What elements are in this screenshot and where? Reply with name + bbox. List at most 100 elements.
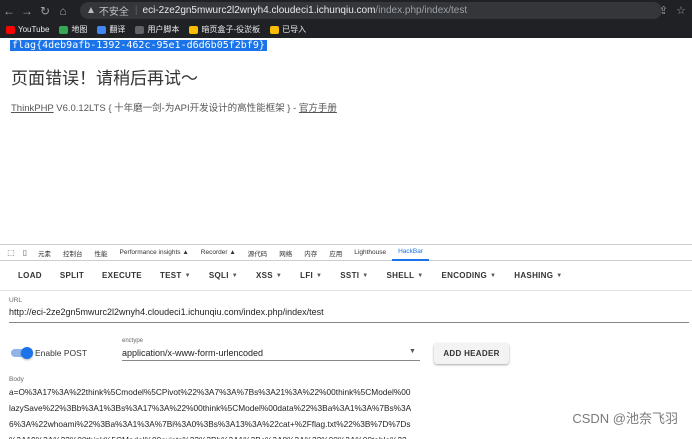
bookmark-star-icon[interactable]: ☆ — [676, 4, 686, 17]
enctype-underline — [122, 360, 420, 361]
hackbar-encoding-button[interactable]: ENCODING ▼ — [433, 271, 506, 280]
inspect-icon[interactable]: ⬚ — [4, 248, 18, 257]
hackbar-lfi-button[interactable]: LFI ▼ — [291, 271, 331, 280]
devtools-tab[interactable]: Lighthouse — [348, 245, 392, 261]
bookmark-item[interactable]: 已导入 — [270, 24, 306, 35]
hackbar-sqli-button[interactable]: SQLI ▼ — [200, 271, 247, 280]
bookmark-icon — [135, 25, 145, 34]
watermark: CSDN @池奈飞羽 — [572, 411, 678, 426]
chevron-down-icon: ▼ — [316, 272, 323, 279]
body-line: %3A19%3A%22%00think%5CModel%00exists%22%… — [9, 432, 689, 439]
devtools-panel: ⬚ ▯ 元素 控制台 性能 Performance insights ▲ Recorde… — [0, 244, 692, 439]
devtools-tab[interactable]: Recorder ▲ — [195, 245, 242, 261]
bookmark-label: YouTube — [18, 25, 50, 34]
address-bar[interactable]: ▲ 不安全 | eci-2ze2gn5mwurc2l2wnyh4.cloudec… — [80, 2, 662, 19]
toolbar-actions: ⇪ ☆ — [659, 0, 686, 21]
hackbar-button-label: SQLI — [208, 271, 229, 280]
url-label: URL — [9, 297, 23, 304]
hackbar-ssti-button[interactable]: SSTI ▼ — [331, 271, 377, 280]
bookmarks-bar: YouTube 地图 翻译 用户脚本 暗页盒子-役淤板 已导入 — [0, 21, 692, 38]
devtools-tab[interactable]: Performance insights ▲ — [114, 245, 195, 261]
chevron-down-icon: ▼ — [275, 272, 283, 279]
manual-link[interactable]: 官方手册 — [299, 103, 337, 114]
chevron-down-icon: ▼ — [184, 272, 191, 279]
hackbar-button-label: SPLIT — [59, 271, 85, 280]
chevron-down-icon: ▼ — [556, 272, 563, 279]
hackbar-test-button[interactable]: TEST ▼ — [151, 271, 200, 280]
devtools-tab[interactable]: 应用 — [323, 245, 348, 261]
hackbar-button-label: SSTI — [340, 271, 360, 280]
enctype-label: enctype — [122, 338, 144, 344]
chevron-down-icon: ▼ — [490, 272, 497, 279]
bookmark-icon — [59, 25, 69, 34]
devtools-tab[interactable]: 元素 — [32, 245, 57, 261]
add-header-button[interactable]: ADD HEADER — [434, 343, 509, 364]
hackbar-execute-button[interactable]: EXECUTE — [93, 271, 151, 280]
bookmark-item[interactable]: YouTube — [6, 25, 49, 34]
address-separator: | — [134, 5, 138, 16]
enctype-select[interactable]: application/x-www-form-urlencoded — [122, 348, 263, 358]
hackbar-load-button[interactable]: LOAD — [10, 271, 51, 280]
bookmark-icon — [97, 25, 107, 34]
framework-version: V6.0.12LTS { 十年磨一剑-为API开发设计的高性能框架 } - — [53, 103, 299, 114]
share-icon[interactable]: ⇪ — [659, 4, 668, 17]
address-host: eci-2ze2gn5mwurc2l2wnyh4.cloudeci1.ichun… — [142, 5, 376, 16]
devtools-tab[interactable]: 控制台 — [57, 245, 89, 261]
devtools-tabs: ⬚ ▯ 元素 控制台 性能 Performance insights ▲ Recorde… — [0, 245, 692, 261]
device-toggle-icon[interactable]: ▯ — [18, 248, 32, 257]
bookmark-label: 暗页盒子-役淤板 — [201, 25, 261, 34]
bookmark-icon — [189, 25, 199, 34]
back-icon[interactable]: ← — [0, 0, 18, 21]
hackbar-toolbar: LOAD SPLIT EXECUTE TEST ▼ SQLI ▼ XSS ▼ LFI ▼ SSTI ▼ S… — [0, 261, 692, 291]
url-input[interactable]: http://eci-2ze2gn5mwurc2l2wnyh4.cloudeci… — [9, 307, 324, 317]
flag-text: flag{4deb9afb-1392-462c-95e1-d6d6b05f2bf… — [10, 40, 267, 51]
enable-post-label: Enable POST — [35, 348, 87, 358]
devtools-tab[interactable]: 网络 — [273, 245, 298, 261]
devtools-tab[interactable]: HackBar — [392, 245, 430, 261]
bookmark-item[interactable]: 地图 — [59, 24, 87, 35]
framework-info: ThinkPHP V6.0.12LTS { 十年磨一剑-为API开发设计的高性能… — [11, 100, 337, 114]
insecure-label: 不安全 — [98, 7, 129, 18]
hackbar-hashing-button[interactable]: HASHING ▼ — [505, 271, 571, 280]
home-icon[interactable]: ⌂ — [54, 0, 72, 21]
error-title: 页面错误！请稍后再试～ — [11, 69, 198, 89]
devtools-tab[interactable]: 内存 — [298, 245, 323, 261]
hackbar-button-label: SHELL — [386, 271, 415, 280]
hackbar-button-label: HASHING — [514, 271, 554, 280]
enable-post-toggle[interactable] — [11, 347, 33, 359]
forward-icon[interactable]: → — [18, 0, 36, 21]
bookmark-item[interactable]: 暗页盒子-役淤板 — [189, 24, 260, 35]
chevron-down-icon: ▼ — [417, 272, 424, 279]
body-line: a=O%3A17%3A%22think%5Cmodel%5CPivot%22%3… — [9, 387, 411, 397]
reload-icon[interactable]: ↻ — [36, 0, 54, 21]
hackbar-button-label: EXECUTE — [102, 271, 142, 280]
url-underline — [9, 322, 689, 323]
thinkphp-link[interactable]: ThinkPHP — [11, 103, 54, 114]
hackbar-xss-button[interactable]: XSS ▼ — [247, 271, 291, 280]
bookmark-item[interactable]: 用户脚本 — [135, 24, 179, 35]
page-content: flag{4deb9afb-1392-462c-95e1-d6d6b05f2bf… — [0, 38, 692, 244]
devtools-tab[interactable]: 源代码 — [242, 245, 274, 261]
enctype-caret-icon[interactable]: ▼ — [409, 348, 416, 355]
address-path: /index.php/index/test — [375, 5, 468, 16]
hackbar-split-button[interactable]: SPLIT — [51, 271, 93, 280]
hackbar-button-label: LOAD — [18, 271, 42, 280]
hackbar-shell-button[interactable]: SHELL ▼ — [378, 271, 433, 280]
bookmark-label: 翻译 — [109, 25, 126, 34]
chevron-down-icon: ▼ — [362, 272, 369, 279]
devtools-tab[interactable]: 性能 — [89, 245, 114, 261]
hackbar-button-label: TEST — [159, 271, 182, 280]
toggle-knob — [21, 347, 33, 359]
bookmark-label: 用户脚本 — [147, 25, 180, 34]
bookmark-label: 已导入 — [282, 25, 307, 34]
bookmark-label: 地图 — [71, 25, 88, 34]
hackbar-button-label: XSS — [255, 271, 273, 280]
bookmark-icon — [270, 25, 280, 34]
bookmark-item[interactable]: 翻译 — [97, 24, 125, 35]
warning-icon: ▲ — [86, 5, 96, 16]
body-label: Body — [9, 376, 24, 383]
bookmark-icon — [6, 25, 15, 34]
hackbar-button-label: ENCODING — [441, 271, 488, 280]
hackbar-button-label: LFI — [300, 271, 314, 280]
chevron-down-icon: ▼ — [231, 272, 238, 279]
